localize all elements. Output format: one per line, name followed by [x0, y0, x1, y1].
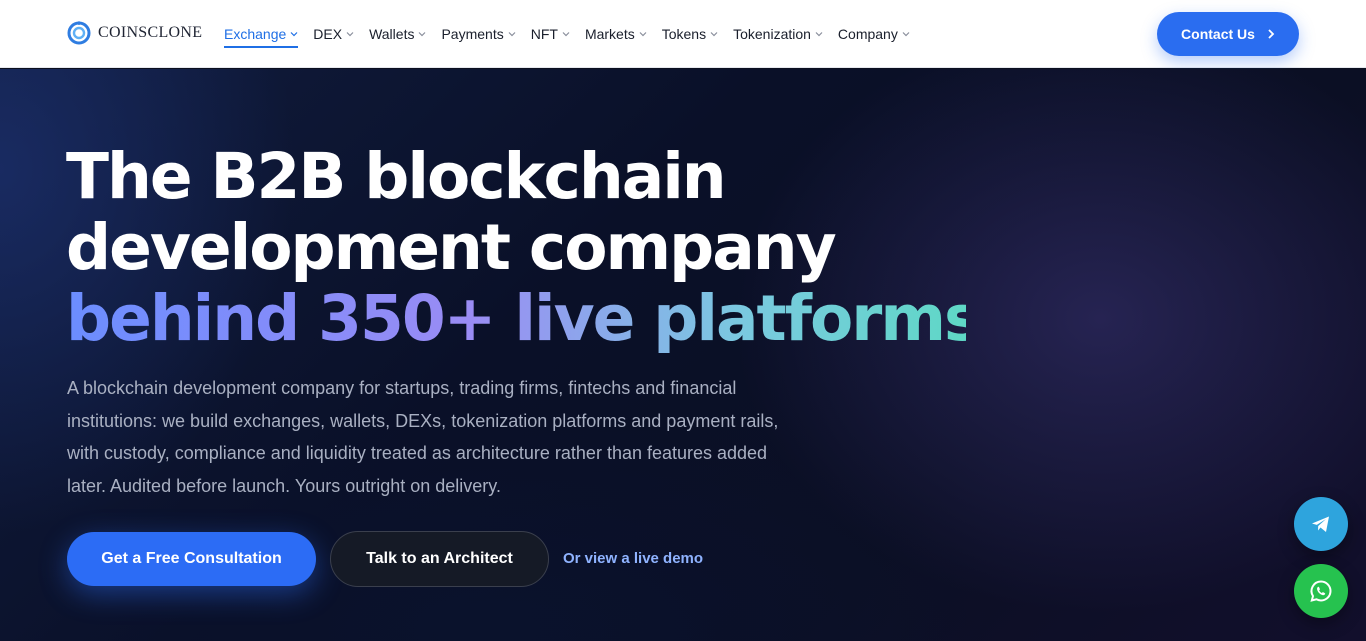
- nav-item-label: Payments: [441, 26, 504, 42]
- chevron-down-icon: [639, 32, 647, 37]
- main-nav: Exchange DEX Wallets Payments NFT Market…: [224, 0, 925, 68]
- hero-headline: The B2B blockchain development company b…: [66, 140, 982, 355]
- brand-name: COINSCLONE: [98, 24, 203, 41]
- chevron-down-icon: [419, 32, 426, 37]
- headline-line-3-gradient: behind 350+ live platforms: [66, 282, 982, 355]
- live-demo-link[interactable]: Or view a live demo: [563, 550, 703, 567]
- telegram-icon: [1312, 516, 1329, 532]
- brand-logo[interactable]: COINSCLONE: [67, 20, 202, 46]
- whatsapp-icon: [1310, 580, 1332, 602]
- nav-item-tokens[interactable]: Tokens: [662, 19, 718, 49]
- chevron-down-icon: [508, 32, 516, 37]
- nav-item-label: Tokenization: [733, 26, 811, 42]
- telegram-button[interactable]: [1294, 497, 1348, 551]
- hero-section: The B2B blockchain development company b…: [0, 69, 1366, 641]
- nav-item-label: Company: [837, 26, 898, 42]
- nav-item-tokenization[interactable]: Tokenization: [733, 19, 823, 49]
- nav-item-wallets[interactable]: Wallets: [369, 19, 426, 49]
- nav-item-label: Markets: [584, 26, 635, 42]
- whatsapp-button[interactable]: [1294, 564, 1348, 618]
- nav-item-label: Exchange: [224, 26, 287, 42]
- headline-line-1: The B2B blockchain: [66, 140, 727, 213]
- chevron-down-icon: [902, 32, 910, 37]
- contact-us-label: Contact Us: [1181, 26, 1255, 42]
- nav-item-label: NFT: [530, 26, 558, 42]
- headline-line-2: development company: [66, 211, 837, 284]
- hero-description: A blockchain development company for sta…: [67, 378, 779, 496]
- nav-item-nft[interactable]: NFT: [531, 19, 570, 49]
- chevron-down-icon: [710, 32, 718, 37]
- coinsclone-logo-icon: [67, 21, 91, 45]
- nav-item-dex[interactable]: DEX: [313, 19, 354, 49]
- nav-item-company[interactable]: Company: [838, 19, 910, 49]
- chevron-down-icon: [562, 32, 570, 37]
- free-consultation-button[interactable]: Get a Free Consultation: [67, 532, 316, 586]
- chevron-down-icon: [290, 32, 298, 37]
- nav-item-payments[interactable]: Payments: [441, 19, 516, 49]
- contact-us-button[interactable]: Contact Us: [1157, 12, 1299, 56]
- nav-item-label: Wallets: [369, 26, 415, 42]
- chevron-right-icon: [1268, 29, 1275, 39]
- nav-item-label: Tokens: [661, 26, 707, 42]
- site-header: COINSCLONE Exchange DEX Wallets Payments…: [0, 0, 1366, 68]
- chevron-down-icon: [346, 32, 354, 37]
- nav-item-markets[interactable]: Markets: [585, 19, 647, 49]
- nav-item-exchange[interactable]: Exchange: [224, 19, 299, 49]
- chevron-down-icon: [815, 32, 823, 37]
- talk-to-architect-button[interactable]: Talk to an Architect: [330, 531, 549, 587]
- nav-item-label: DEX: [313, 26, 343, 42]
